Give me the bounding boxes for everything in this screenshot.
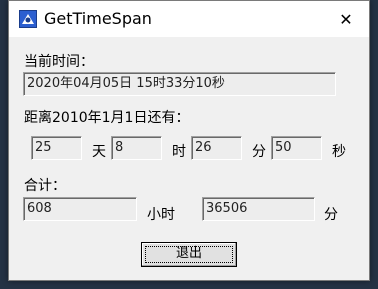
dialog-client: 当前时间： 2020年04月05日 15时33分10秒 距离2010年1月1日还…: [9, 37, 369, 280]
seconds-field[interactable]: 50: [271, 136, 322, 160]
current-time-label: 当前时间：: [24, 54, 94, 70]
seconds-unit: 秒: [332, 144, 346, 160]
close-button[interactable]: ✕: [323, 1, 369, 37]
minutes-unit: 分: [252, 144, 266, 160]
current-time-field[interactable]: 2020年04月05日 15时33分10秒: [23, 72, 336, 96]
title-bar: GetTimeSpan ✕: [9, 1, 369, 37]
focus-rect: [145, 246, 233, 263]
total-label: 合计：: [24, 178, 66, 194]
days-unit: 天: [92, 144, 106, 160]
dialog-window: GetTimeSpan ✕ 当前时间： 2020年04月05日 15时33分10…: [8, 0, 370, 281]
since-label: 距离2010年1月1日还有：: [24, 110, 190, 126]
hours-unit: 时: [172, 144, 186, 160]
app-icon: [19, 10, 37, 28]
window-title: GetTimeSpan: [44, 9, 152, 28]
days-field[interactable]: 25: [31, 136, 82, 160]
total-hours-field[interactable]: 608: [23, 197, 137, 221]
hours-field[interactable]: 8: [111, 136, 162, 160]
exit-button[interactable]: 退出: [141, 242, 237, 267]
total-minutes-unit: 分: [324, 207, 338, 223]
total-hours-unit: 小时: [147, 207, 175, 223]
total-minutes-field[interactable]: 36506: [202, 197, 315, 221]
minutes-field[interactable]: 26: [191, 136, 242, 160]
close-icon: ✕: [339, 9, 353, 29]
